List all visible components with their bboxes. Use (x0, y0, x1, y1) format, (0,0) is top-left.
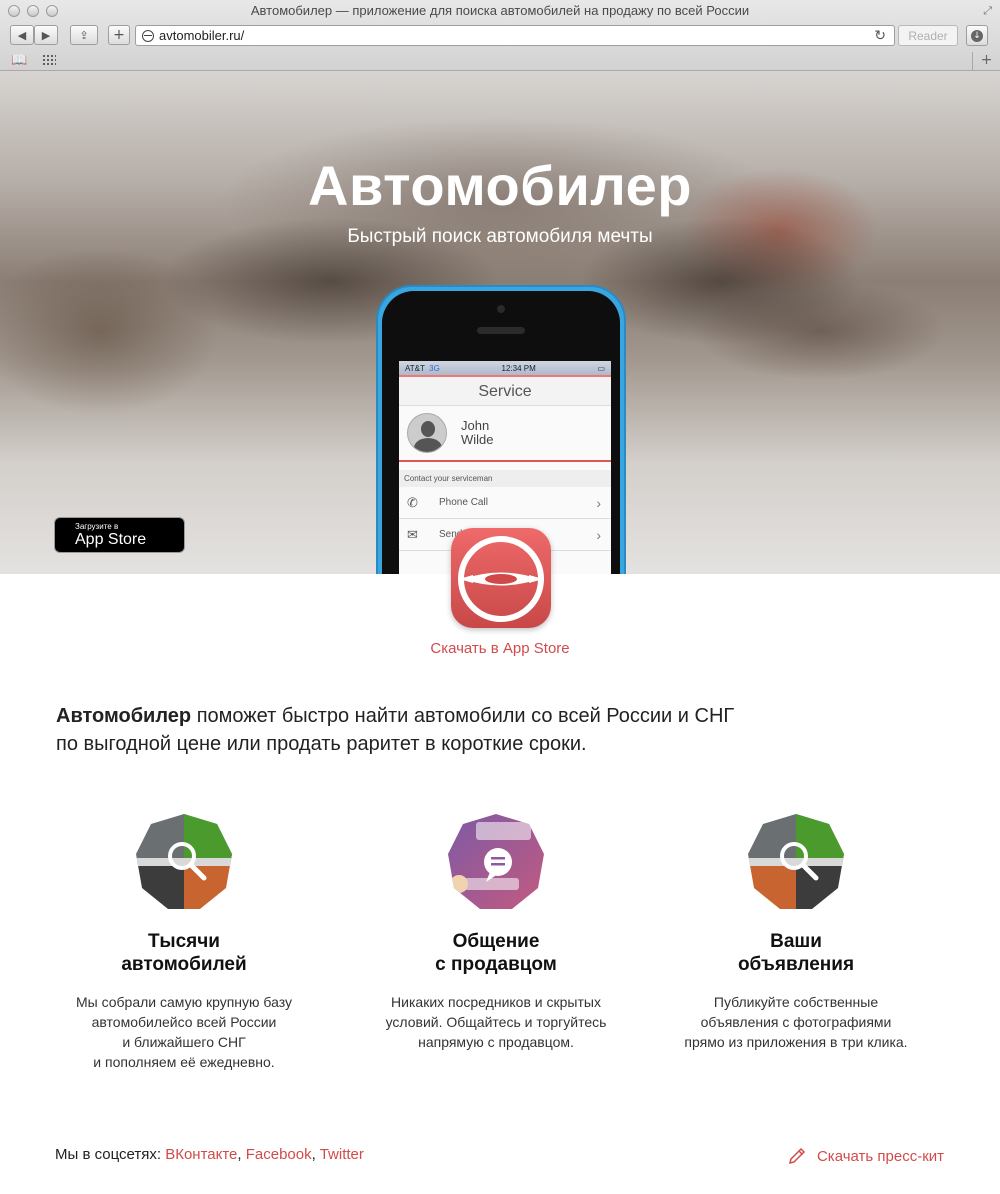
new-tab-button[interactable]: + (972, 52, 1000, 71)
feature-badge (446, 812, 546, 912)
bookmarks-bar: 📖 (0, 50, 1000, 70)
feature-title-1: Ваши (770, 931, 822, 952)
intro-text: Автомобилер поможет быстро найти автомоб… (56, 702, 956, 758)
forward-button[interactable]: ▶ (34, 25, 58, 45)
social-label: Мы в соцсетях: (55, 1146, 162, 1163)
share-button[interactable]: ⇪ (70, 25, 98, 45)
feature-title-2: объявления (737, 954, 855, 975)
feature-description: Мы собрали самую крупную базу автомобиле… (44, 992, 324, 1072)
fullscreen-icon[interactable]: ⤢ (983, 4, 992, 18)
feature-title-2: с продавцом (435, 954, 557, 975)
feature-text-line: и ближайшего СНГ (122, 1034, 246, 1050)
app-icon[interactable] (451, 528, 551, 628)
clock: 12:34 PM (501, 363, 536, 373)
feature-your-ads: Ваши объявления Публикуйте собственные об… (656, 812, 936, 1052)
carrier: AT&T (405, 363, 425, 373)
top-sites-icon[interactable] (42, 54, 56, 65)
badge-big-text: App Store (75, 531, 147, 548)
vkontakte-link[interactable]: ВКонтакте (165, 1146, 237, 1163)
contact-first-name: John (461, 418, 490, 433)
feature-badge (134, 812, 234, 912)
section-label: Contact your serviceman (399, 470, 611, 487)
avatar (407, 413, 447, 453)
contact-card: John Wilde (399, 406, 611, 462)
battery-icon: ▭ (597, 363, 605, 373)
feature-description: Никаких посредников и скрытых условий. О… (356, 992, 636, 1052)
intro-line2: по выгодной цене или продать раритет в к… (56, 733, 587, 755)
list-item: ✆ Phone Call › (399, 487, 611, 519)
feature-description: Публикуйте собственные объявления с фото… (656, 992, 936, 1052)
speaker-icon (477, 327, 525, 334)
list-item-label: Phone Call (439, 497, 488, 508)
feature-title-2: автомобилей (121, 954, 247, 975)
twitter-link[interactable]: Twitter (320, 1146, 364, 1163)
mail-icon: ✉ (407, 526, 418, 542)
chevron-right-icon: › (596, 526, 601, 543)
feature-text-line: Публикуйте собственные (713, 994, 879, 1010)
add-bookmark-button[interactable]: + (108, 25, 130, 45)
contact-last-name: Wilde (461, 432, 494, 447)
feature-text-line: условий. Общайтесь и торгуйтесь (385, 1014, 607, 1030)
status-bar: AT&T 3G 12:34 PM ▭ (399, 361, 611, 375)
hero-title: Автомобилер (308, 154, 692, 217)
window-title: Автомобилер — приложение для поиска авто… (250, 3, 750, 18)
camera-icon (497, 305, 505, 313)
intro-line1: поможет быстро найти автомобили со всей … (191, 705, 735, 727)
eye-logo-icon (458, 536, 544, 622)
download-icon: ↓ (971, 29, 983, 42)
chevron-right-icon: › (596, 494, 601, 511)
feature-badge (746, 812, 846, 912)
pencil-icon (788, 1147, 806, 1165)
brand-name: Автомобилер (56, 705, 192, 727)
reader-button[interactable]: Reader (898, 25, 958, 46)
feature-thousands-cars: Тысячи автомобилей Мы собрали самую крупн… (44, 812, 324, 1072)
feature-text-line: прямо из приложения в три клика. (684, 1034, 908, 1050)
back-button[interactable]: ◀ (10, 25, 34, 45)
hero-section: Автомобилер Быстрый поиск автомобиля меч… (0, 71, 1000, 574)
facebook-link[interactable]: Facebook (246, 1146, 312, 1163)
downloads-button[interactable]: ↓ (966, 25, 988, 46)
feature-seller-chat: Общение с продавцом Никаких посредников и… (356, 812, 636, 1052)
phone-icon: ✆ (407, 494, 418, 510)
feature-text-line: Никаких посредников и скрытых (391, 994, 601, 1010)
feature-text-line: объявления с фотографиями (700, 1014, 892, 1030)
hero-subtitle: Быстрый поиск автомобиля мечты (347, 226, 653, 247)
reload-icon[interactable]: ↻ (874, 27, 886, 44)
reading-list-icon[interactable]: 📖 (11, 53, 27, 68)
feature-text-line: и пополняем её ежедневно. (93, 1054, 275, 1070)
press-kit-link[interactable]: Скачать пресс-кит (787, 1146, 944, 1166)
app-store-badge[interactable]: Загрузите в App Store (54, 517, 185, 553)
download-app-store-link[interactable]: Скачать в App Store (0, 640, 1000, 657)
network: 3G (429, 363, 440, 373)
press-kit-label[interactable]: Скачать пресс-кит (817, 1148, 944, 1165)
feature-title-1: Общение (452, 931, 540, 952)
feature-title-1: Тысячи (148, 931, 220, 952)
badge-small-text: Загрузите в (75, 522, 119, 531)
social-links: Мы в соцсетях: ВКонтакте, Facebook, Twit… (55, 1146, 364, 1163)
feature-text-line: напрямую с продавцом. (418, 1034, 574, 1050)
address-bar[interactable]: avtomobiler.ru/ ↻ (135, 25, 895, 46)
screen-header: Service (399, 375, 611, 406)
feature-text-line: автомобилейсо всей России (91, 1014, 277, 1030)
feature-text-line: Мы собрали самую крупную базу (75, 994, 293, 1010)
globe-icon (142, 29, 154, 42)
url-text: avtomobiler.ru/ (159, 28, 245, 43)
browser-chrome: Автомобилер — приложение для поиска авто… (0, 0, 1000, 71)
